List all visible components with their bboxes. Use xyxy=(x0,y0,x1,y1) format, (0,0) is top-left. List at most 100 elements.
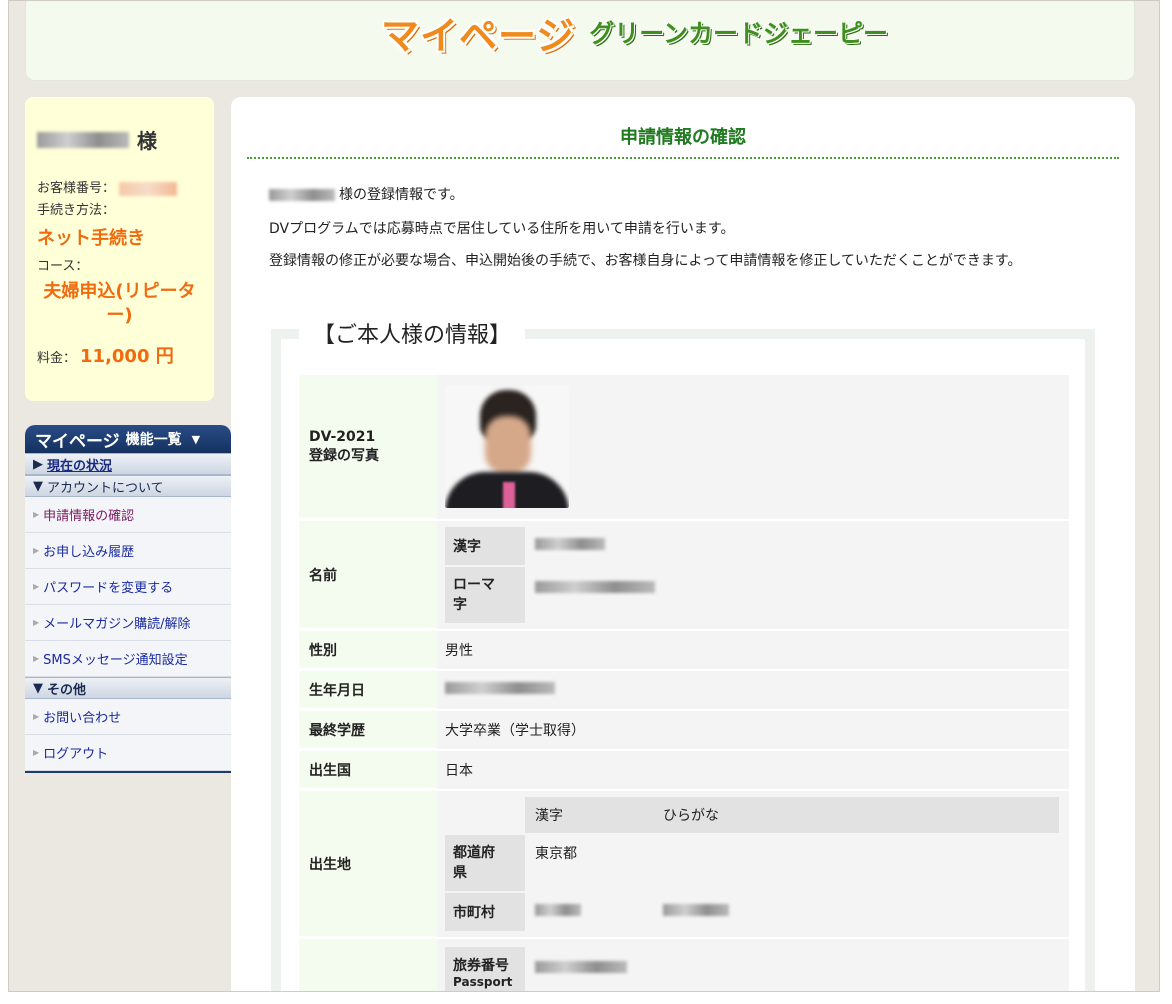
menu-item-label: お問い合わせ xyxy=(43,711,122,726)
course-value: 夫婦申込(リピーター) xyxy=(43,281,196,326)
table-row: 出生地 漢字 ひらがな 都道府県 東京都 市町村 xyxy=(299,791,1069,937)
section-title: 【ご本人様の情報】 xyxy=(299,317,526,349)
photo-label-text: 登録の写真 xyxy=(309,447,379,464)
menu-item-logout[interactable]: ▶ ログアウト xyxy=(25,735,231,771)
intro-line-3: 登録情報の修正が必要な場合、申込開始後の手続で、お客様自身によって申請情報を修正… xyxy=(269,253,1022,269)
fee-value: 11,000 円 xyxy=(80,346,174,367)
name-subtable: 漢字 ローマ字 xyxy=(445,525,1059,625)
table-row: 最終学歴 大学卒業（学士取得） xyxy=(299,711,1069,749)
chevron-down-icon: ▼ xyxy=(191,432,201,446)
bullet-arrow-icon: ▶ xyxy=(33,510,40,519)
name-label: 名前 xyxy=(299,521,437,629)
fee-label: 料金： xyxy=(37,351,77,366)
page-title: 申請情報の確認 xyxy=(247,97,1119,159)
menu-title-main: マイページ xyxy=(35,431,120,452)
menu-item-label: メールマガジン購読/解除 xyxy=(43,617,191,632)
birth-country-value: 日本 xyxy=(437,751,1069,789)
menu-header: マイページ 機能一覧 ▼ xyxy=(25,425,231,453)
method-label: 手続き方法： xyxy=(37,203,116,218)
method-value: ネット手続き xyxy=(37,228,145,249)
triangle-down-icon: ▼ xyxy=(33,680,43,696)
logo-brand: グリーンカードジェーピー xyxy=(589,19,889,48)
gender-value: 男性 xyxy=(437,631,1069,669)
menu-current-status[interactable]: ▶ 現在の状況 xyxy=(25,453,231,475)
birthplace-subtable: 漢字 ひらがな 都道府県 東京都 市町村 xyxy=(445,795,1059,933)
user-name-suffix: 様 xyxy=(137,129,157,153)
mypage-menu: マイページ 機能一覧 ▼ ▶ 現在の状況 ▼ アカウントについて ▶ 申請情報の… xyxy=(25,425,231,773)
menu-section-other: ▼ その他 xyxy=(25,677,231,699)
bullet-arrow-icon: ▶ xyxy=(33,748,40,757)
menu-item-label: 申請情報の確認 xyxy=(43,509,135,524)
main-panel: 申請情報の確認 様の登録情報です。 DVプログラムでは応募時点で居住している住所… xyxy=(231,97,1135,991)
gender-label: 性別 xyxy=(299,631,437,669)
passport-number-redacted xyxy=(535,961,627,973)
intro-line-2: DVプログラムでは応募時点で居住している住所を用いて申請を行います。 xyxy=(269,221,735,237)
kanji-label: 漢字 xyxy=(445,527,525,565)
passport-subtable: 旅券番号 Passport xyxy=(445,945,1059,991)
customer-number-redacted xyxy=(119,182,178,196)
passport-label-text: 旅券番号 xyxy=(453,958,509,974)
menu-item-label: パスワードを変更する xyxy=(43,581,174,596)
birthdate-redacted xyxy=(445,682,555,694)
menu-bottom-border xyxy=(25,771,231,773)
bullet-arrow-icon: ▶ xyxy=(33,654,40,663)
menu-item-history[interactable]: ▶ お申し込み履歴 xyxy=(25,533,231,569)
current-status-link[interactable]: 現在の状況 xyxy=(47,455,112,474)
user-name-redacted xyxy=(269,189,335,201)
bp-hiragana-header: ひらがな xyxy=(653,797,1059,833)
personal-info-table: DV-2021 登録の写真 名前 漢字 ローマ字 性別 男性 生年月日 最終学歴… xyxy=(299,373,1069,991)
bullet-arrow-icon: ▶ xyxy=(33,618,40,627)
birthplace-label: 出生地 xyxy=(299,791,437,937)
table-row: 性別 男性 xyxy=(299,631,1069,669)
birthdate-label: 生年月日 xyxy=(299,671,437,709)
table-row: 出生国 日本 xyxy=(299,751,1069,789)
personal-info-section: 【ご本人様の情報】 DV-2021 登録の写真 名前 漢字 ローマ字 性別 男性… xyxy=(271,317,1095,991)
table-row: 旅券番号 Passport xyxy=(299,939,1069,991)
intro-line-1: 様の登録情報です。 xyxy=(339,187,464,203)
section-label: アカウントについて xyxy=(47,480,164,496)
logo-mypage: マイページ xyxy=(381,13,576,58)
bullet-arrow-icon: ▶ xyxy=(33,582,40,591)
menu-item-application-info[interactable]: ▶ 申請情報の確認 xyxy=(25,497,231,533)
bullet-arrow-icon: ▶ xyxy=(33,546,40,555)
customer-number-label: お客様番号： xyxy=(37,181,116,196)
prefecture-value: 東京都 xyxy=(525,835,653,891)
menu-item-newsletter[interactable]: ▶ メールマガジン購読/解除 xyxy=(25,605,231,641)
section-label: その他 xyxy=(47,682,87,698)
menu-item-label: お申し込み履歴 xyxy=(43,545,135,560)
site-logo[interactable]: マイページ グリーンカードジェーピー xyxy=(381,2,888,62)
menu-item-label: SMSメッセージ通知設定 xyxy=(43,653,188,668)
city-label: 市町村 xyxy=(445,893,525,931)
menu-item-contact[interactable]: ▶ お問い合わせ xyxy=(25,699,231,735)
roman-label: ローマ字 xyxy=(445,567,525,623)
triangle-right-icon: ▶ xyxy=(33,456,43,472)
menu-section-account: ▼ アカウントについて xyxy=(25,475,231,497)
menu-item-label: ログアウト xyxy=(43,747,109,762)
passport-sublabel: Passport xyxy=(453,975,513,989)
course-label: コース： xyxy=(37,259,89,274)
passport-label: 旅券番号 Passport xyxy=(445,947,525,991)
photo-label: DV-2021 登録の写真 xyxy=(299,375,437,519)
menu-item-change-password[interactable]: ▶ パスワードを変更する xyxy=(25,569,231,605)
registered-photo xyxy=(445,386,569,508)
bullet-arrow-icon: ▶ xyxy=(33,712,40,721)
prefecture-label: 都道府県 xyxy=(445,835,525,891)
user-info-box: 様 お客様番号： 手続き方法： ネット手続き コース： 夫婦申込(リピーター) … xyxy=(25,97,214,401)
kanji-name-redacted xyxy=(535,538,605,550)
triangle-down-icon: ▼ xyxy=(33,478,43,494)
menu-title-sub: 機能一覧 xyxy=(125,432,182,448)
city-hiragana-redacted xyxy=(663,904,729,916)
table-row: 生年月日 xyxy=(299,671,1069,709)
bp-kanji-header: 漢字 xyxy=(525,797,653,833)
table-row: DV-2021 登録の写真 xyxy=(299,375,1069,519)
dv-year-label: DV-2021 xyxy=(309,428,376,445)
education-label: 最終学歴 xyxy=(299,711,437,749)
education-value: 大学卒業（学士取得） xyxy=(437,711,1069,749)
header-banner: マイページ グリーンカードジェーピー xyxy=(25,1,1135,81)
roman-name-redacted xyxy=(535,581,655,593)
menu-item-sms-settings[interactable]: ▶ SMSメッセージ通知設定 xyxy=(25,641,231,677)
intro-text: 様の登録情報です。 DVプログラムでは応募時点で居住している住所を用いて申請を行… xyxy=(247,181,1119,273)
city-kanji-redacted xyxy=(535,904,581,916)
table-row: 名前 漢字 ローマ字 xyxy=(299,521,1069,629)
birth-country-label: 出生国 xyxy=(299,751,437,789)
